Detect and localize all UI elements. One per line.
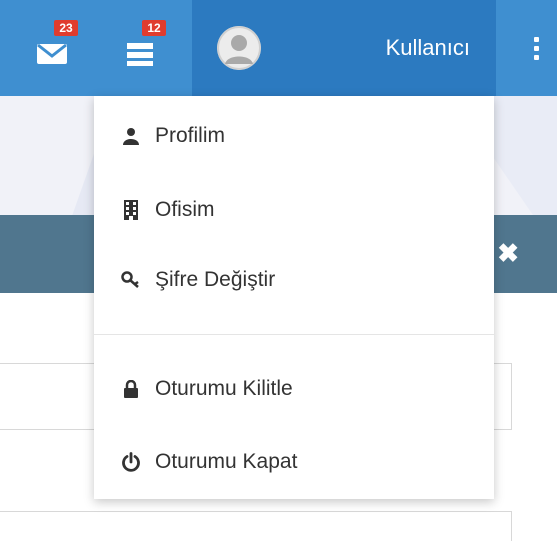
menu-item-label: Şifre Değiştir [155,268,276,291]
user-menu-toggle[interactable]: Kullanıcı [192,0,496,96]
tasks-notifications-button[interactable]: 12 [110,0,170,96]
key-icon [121,269,141,291]
menu-item-lock-session[interactable]: Oturumu Kilitle [94,359,494,419]
vertical-dots-icon[interactable] [528,30,544,66]
username-label: Kullanıcı [385,35,470,60]
building-icon [121,199,141,221]
menu-item-label: Oturumu Kilitle [155,377,293,400]
menu-item-label: Oturumu Kapat [155,450,298,473]
user-avatar-icon [217,26,261,70]
menu-item-profile[interactable]: Profilim [94,106,494,166]
mail-badge: 23 [54,20,78,36]
tasks-badge: 12 [142,20,166,36]
menu-item-label: Ofisim [155,198,215,221]
menu-divider [94,334,494,335]
envelope-icon [37,43,67,64]
user-icon [121,125,141,147]
top-navbar: 23 12 Kullanıcı [0,0,557,96]
form-field[interactable] [0,511,512,541]
power-icon [121,451,141,473]
tasks-icon [127,43,153,66]
close-icon[interactable]: ✖ [497,240,519,266]
menu-item-logout[interactable]: Oturumu Kapat [94,432,494,492]
lock-icon [121,378,141,400]
menu-item-change-password[interactable]: Şifre Değiştir [94,250,494,310]
menu-item-office[interactable]: Ofisim [94,180,494,240]
menu-item-label: Profilim [155,124,226,147]
mail-notifications-button[interactable]: 23 [22,0,82,96]
user-dropdown-menu: Profilim Ofisim Şifre Değiştir Oturumu K… [94,96,494,499]
